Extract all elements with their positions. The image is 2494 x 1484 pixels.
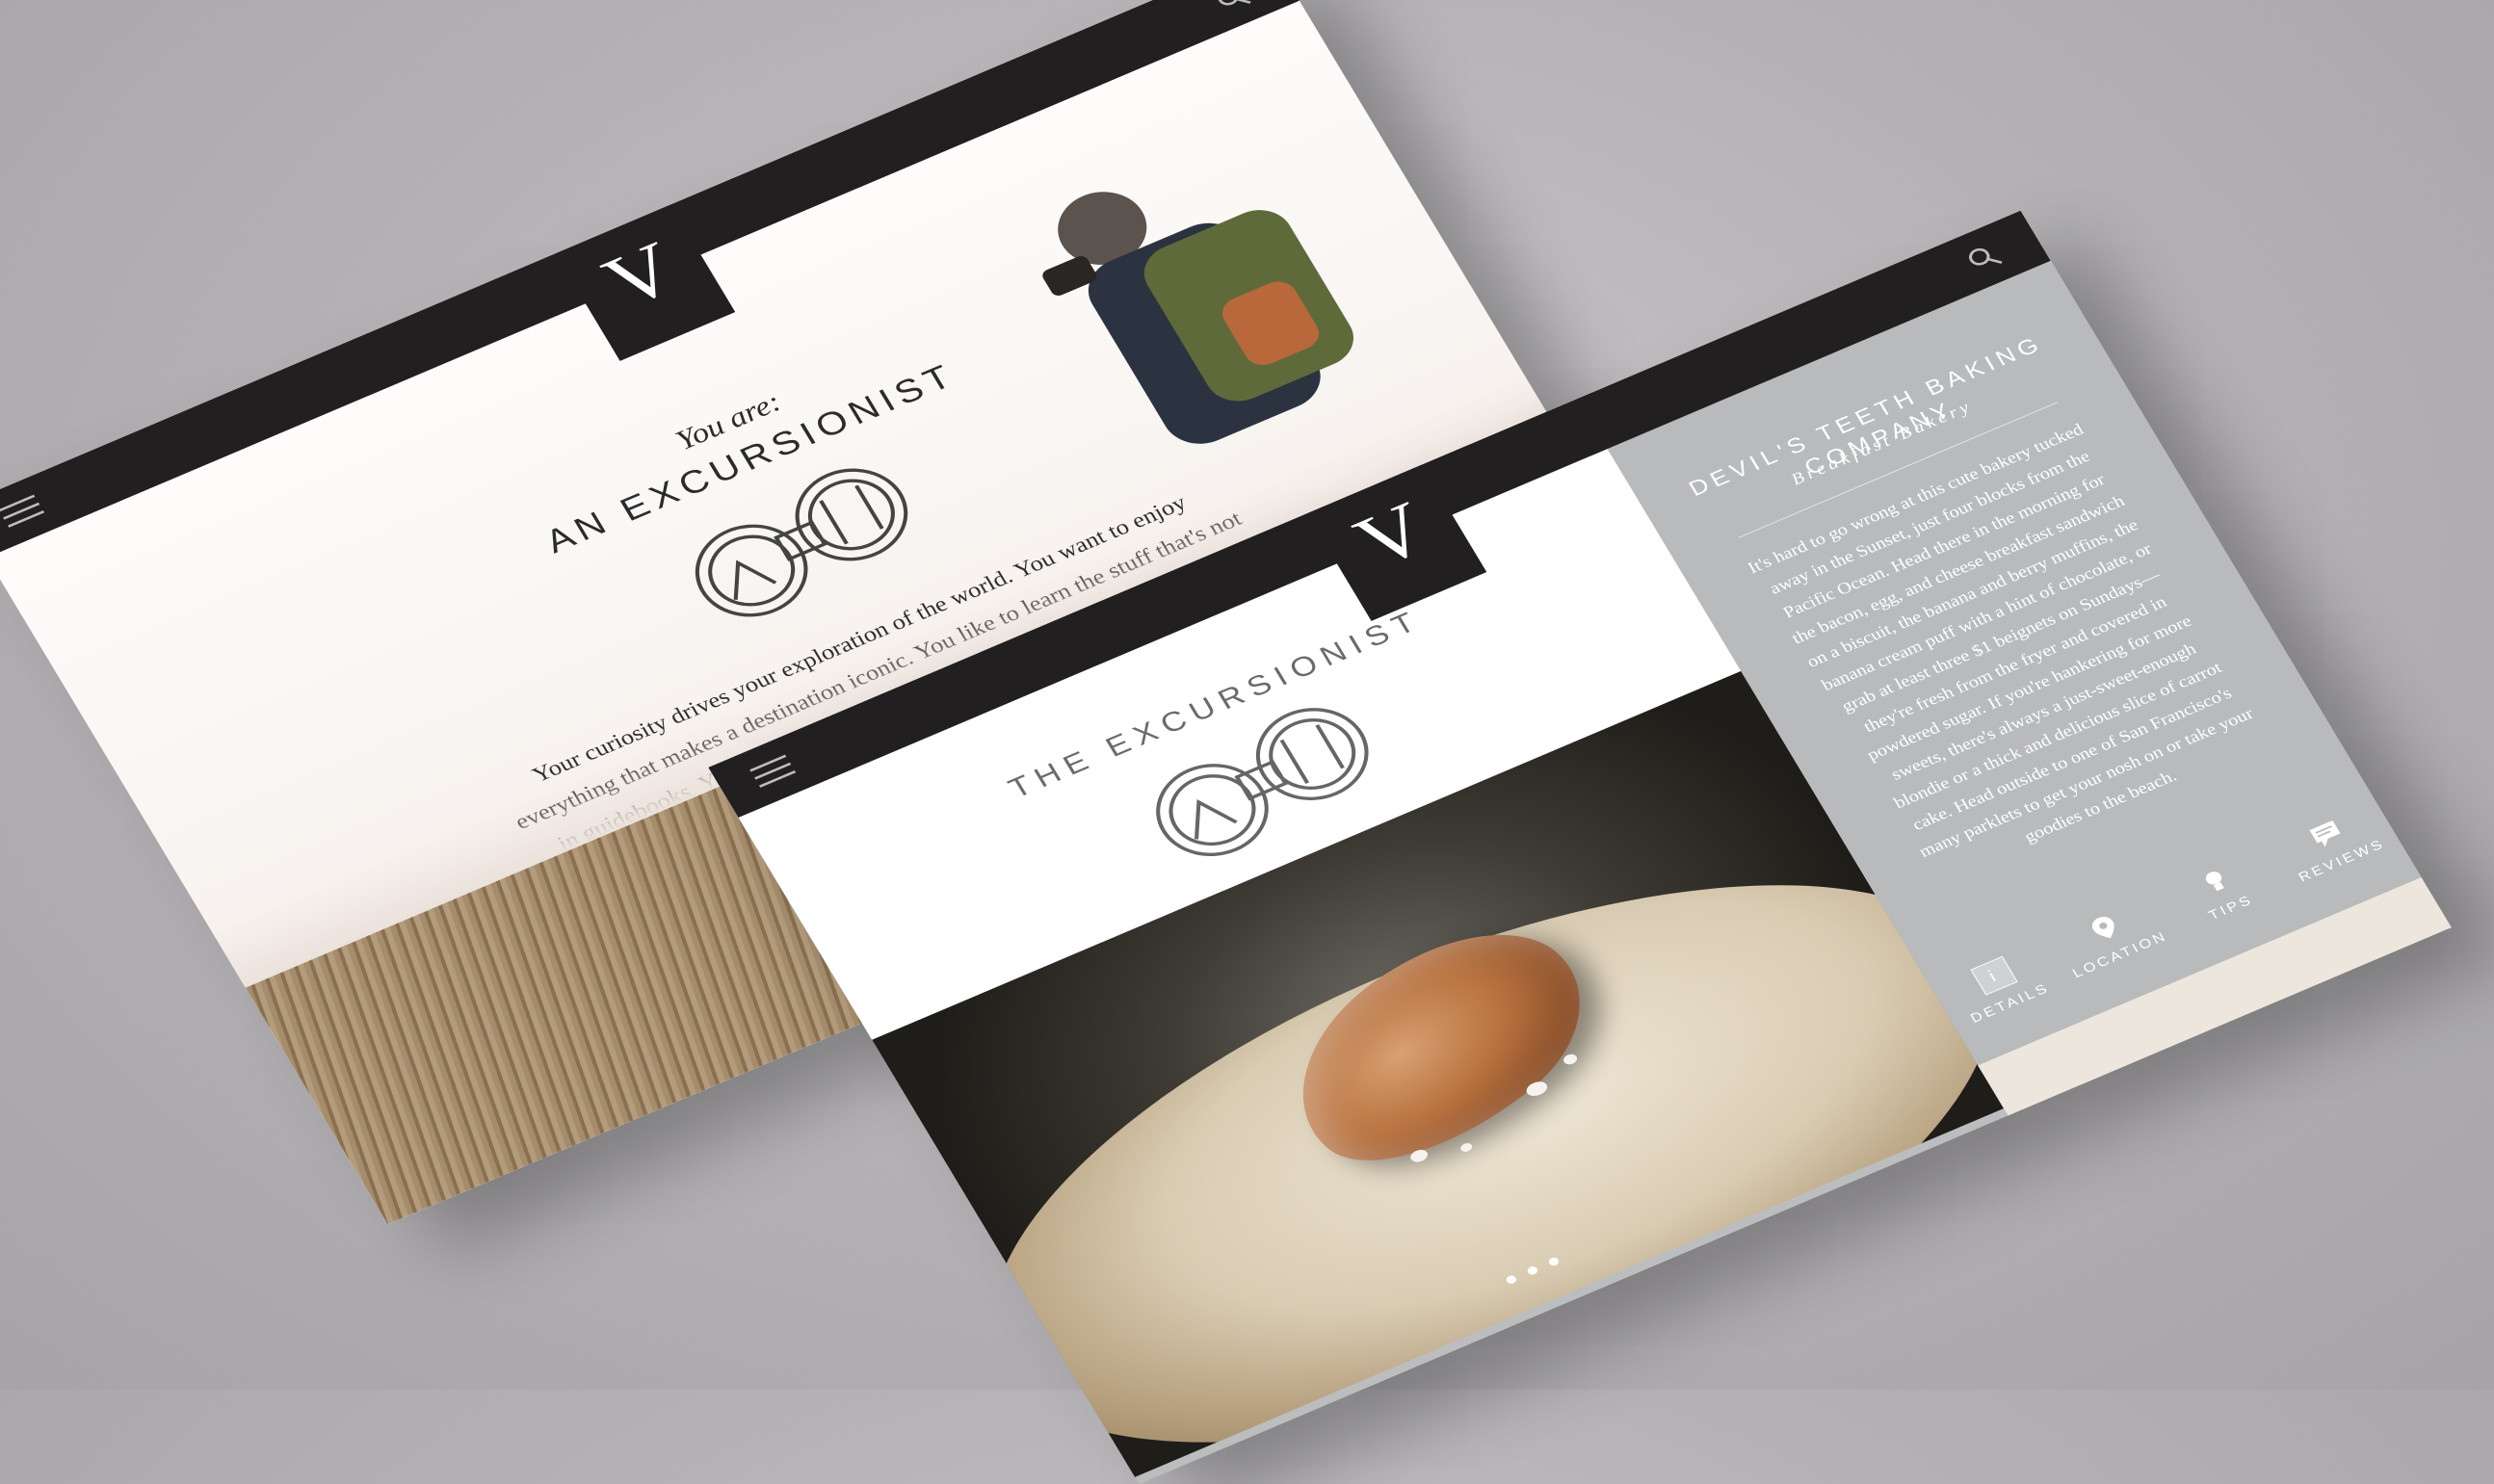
speech-bubble-icon [2309,820,2341,847]
hamburger-menu-icon[interactable] [0,494,45,529]
location-pin-icon [2091,917,2114,939]
details-icon: i [1970,955,2018,996]
tab-label: LOCATION [2070,928,2170,981]
search-icon[interactable] [1210,0,1255,16]
search-icon[interactable] [1961,239,2007,276]
mockup-stage: You are: AN EXCURSIONIST Your curiosity … [0,0,2494,1484]
hamburger-menu-icon[interactable] [749,754,797,789]
tab-label: TIPS [2206,893,2256,924]
lightbulb-icon [2205,872,2224,892]
tab-label: REVIEWS [2296,837,2388,885]
carousel-dot[interactable] [1547,1256,1561,1267]
carousel-dot[interactable] [1526,1264,1539,1277]
